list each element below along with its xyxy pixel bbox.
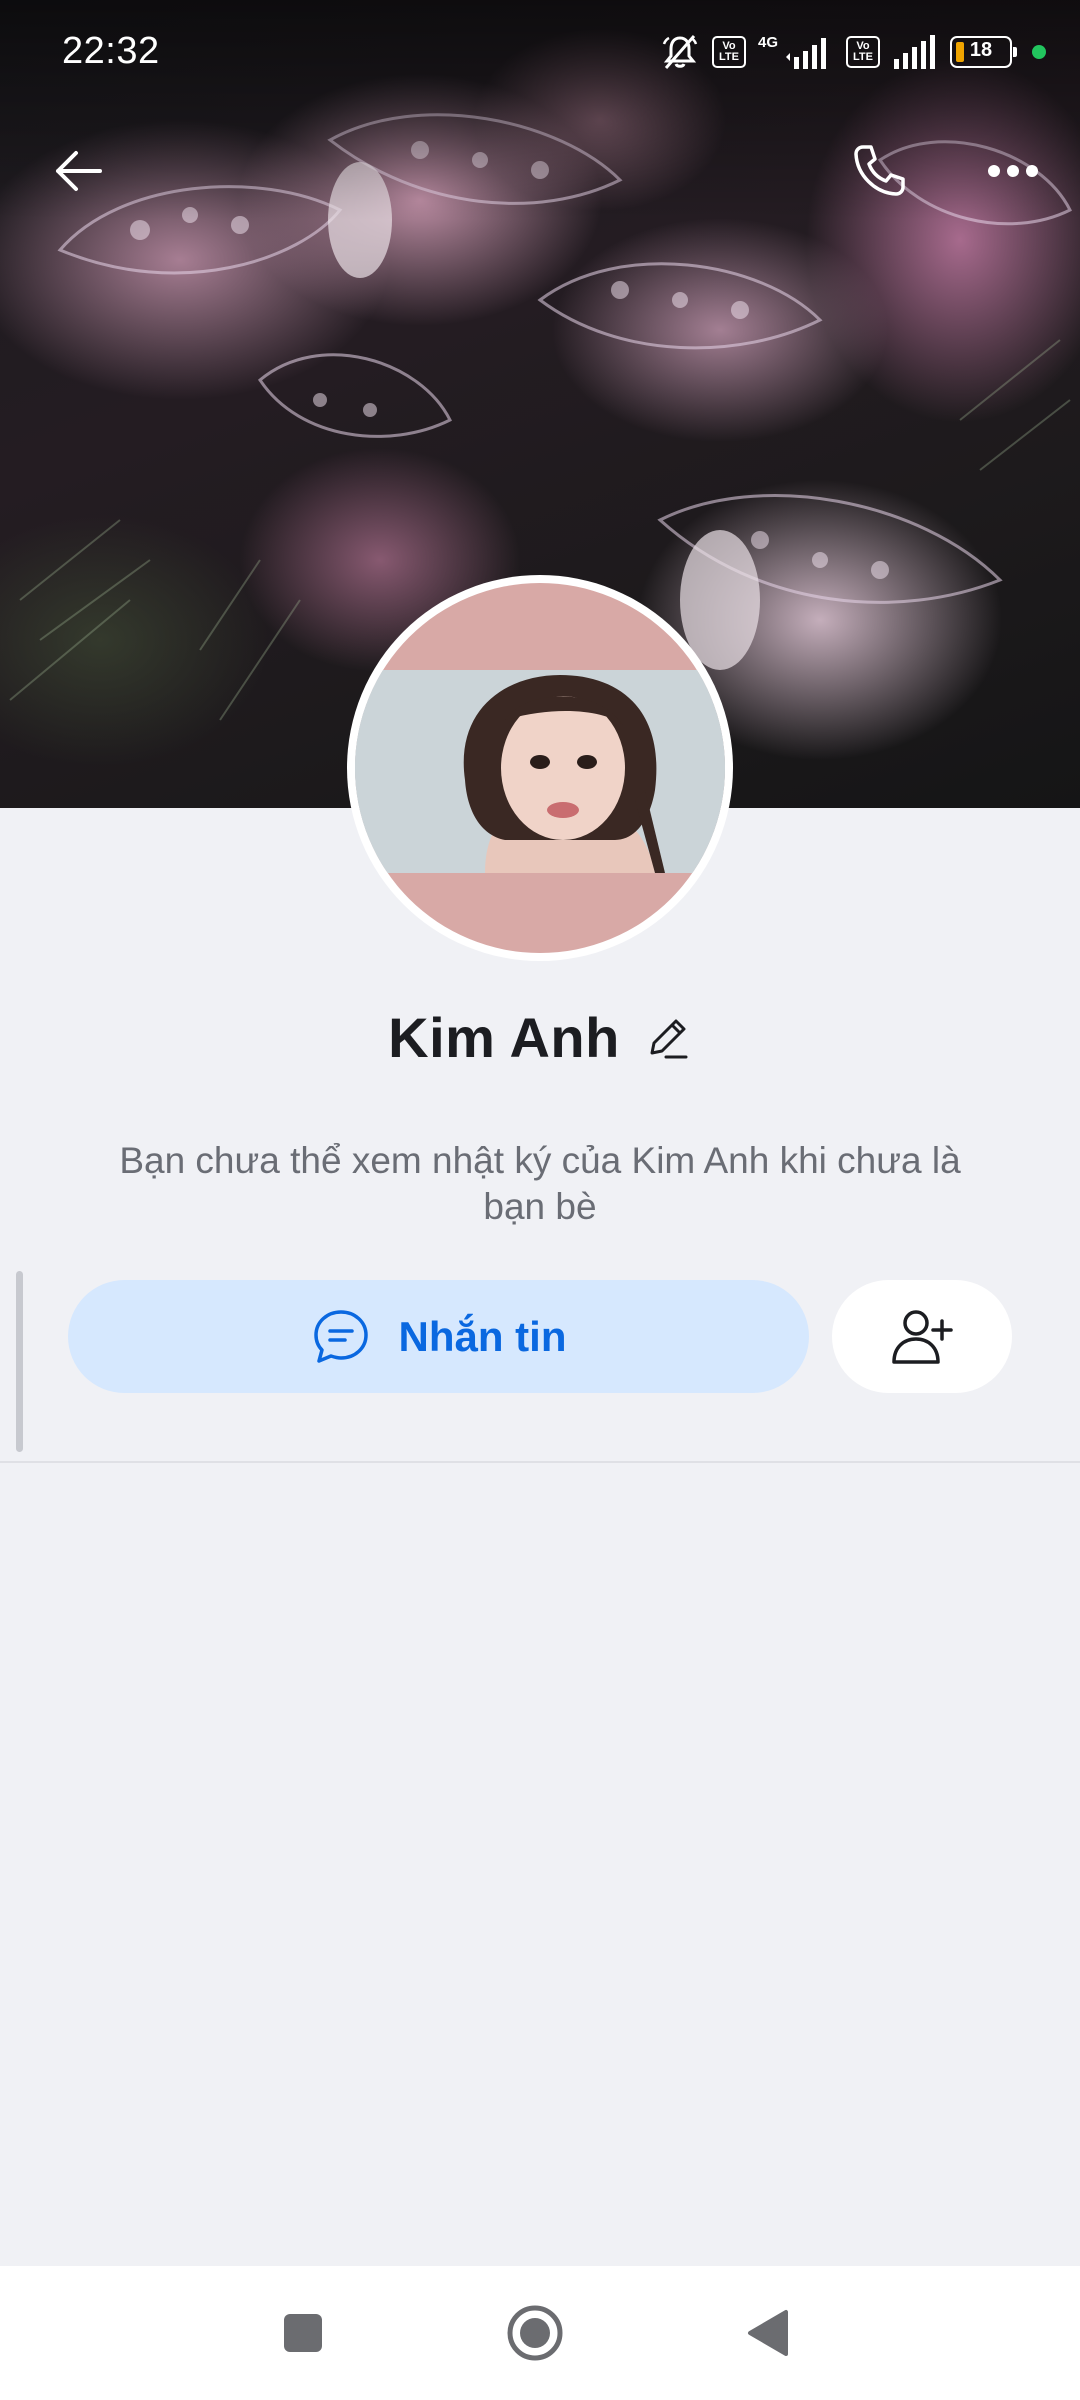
circle-icon (507, 2305, 563, 2361)
chat-bubble-icon (313, 1309, 368, 1363)
square-icon (284, 2314, 322, 2352)
privacy-dot-icon (1032, 45, 1046, 59)
edit-name-button[interactable] (644, 1013, 692, 1061)
home-button[interactable] (490, 2288, 580, 2378)
section-divider (0, 1461, 1080, 1463)
network-type: 4G (757, 33, 778, 51)
name-row: Kim Anh (0, 998, 1080, 1076)
recents-button[interactable] (258, 2288, 348, 2378)
status-bar: 22:32 Vo LTE 4G Vo LTE 18 (0, 0, 1080, 104)
more-horizontal-icon (988, 165, 1038, 177)
triangle-back-icon (748, 2310, 788, 2356)
privacy-notice: Bạn chưa thể xem nhật ký của Kim Anh khi… (119, 1140, 961, 1227)
mute-icon (662, 35, 698, 69)
back-button[interactable] (34, 126, 124, 216)
call-button[interactable] (834, 126, 924, 216)
volte-icon: Vo LTE (711, 36, 746, 68)
status-time: 22:32 (62, 30, 160, 72)
arrow-left-icon (56, 151, 102, 191)
system-back-button[interactable] (722, 2288, 812, 2378)
add-friend-button[interactable] (832, 1280, 1012, 1393)
profile-screen: 22:32 Vo LTE 4G Vo LTE 18 Kim Anh Bạn ch… (0, 0, 1080, 2400)
avatar-portrait (355, 670, 725, 873)
signal-icon (786, 38, 826, 69)
volte-icon-2: Vo LTE (846, 36, 880, 68)
signal-icon-2 (894, 35, 935, 69)
profile-name: Kim Anh (388, 1005, 620, 1069)
status-icons: Vo LTE 4G Vo LTE 18 (660, 30, 1046, 74)
avatar-photo (355, 670, 725, 873)
message-button[interactable]: Nhắn tin (68, 1280, 809, 1393)
battery-icon: 18 (950, 36, 1017, 68)
scroll-indicator (16, 1271, 23, 1452)
pencil-icon (650, 1019, 688, 1059)
avatar[interactable] (347, 575, 733, 961)
phone-icon (854, 145, 905, 196)
avatar-image (355, 583, 725, 953)
navigation-bar (0, 2266, 1080, 2400)
more-button[interactable] (968, 126, 1058, 216)
battery-level: 18 (969, 39, 993, 61)
add-user-icon (892, 1309, 953, 1364)
message-button-label: Nhắn tin (398, 1312, 567, 1360)
